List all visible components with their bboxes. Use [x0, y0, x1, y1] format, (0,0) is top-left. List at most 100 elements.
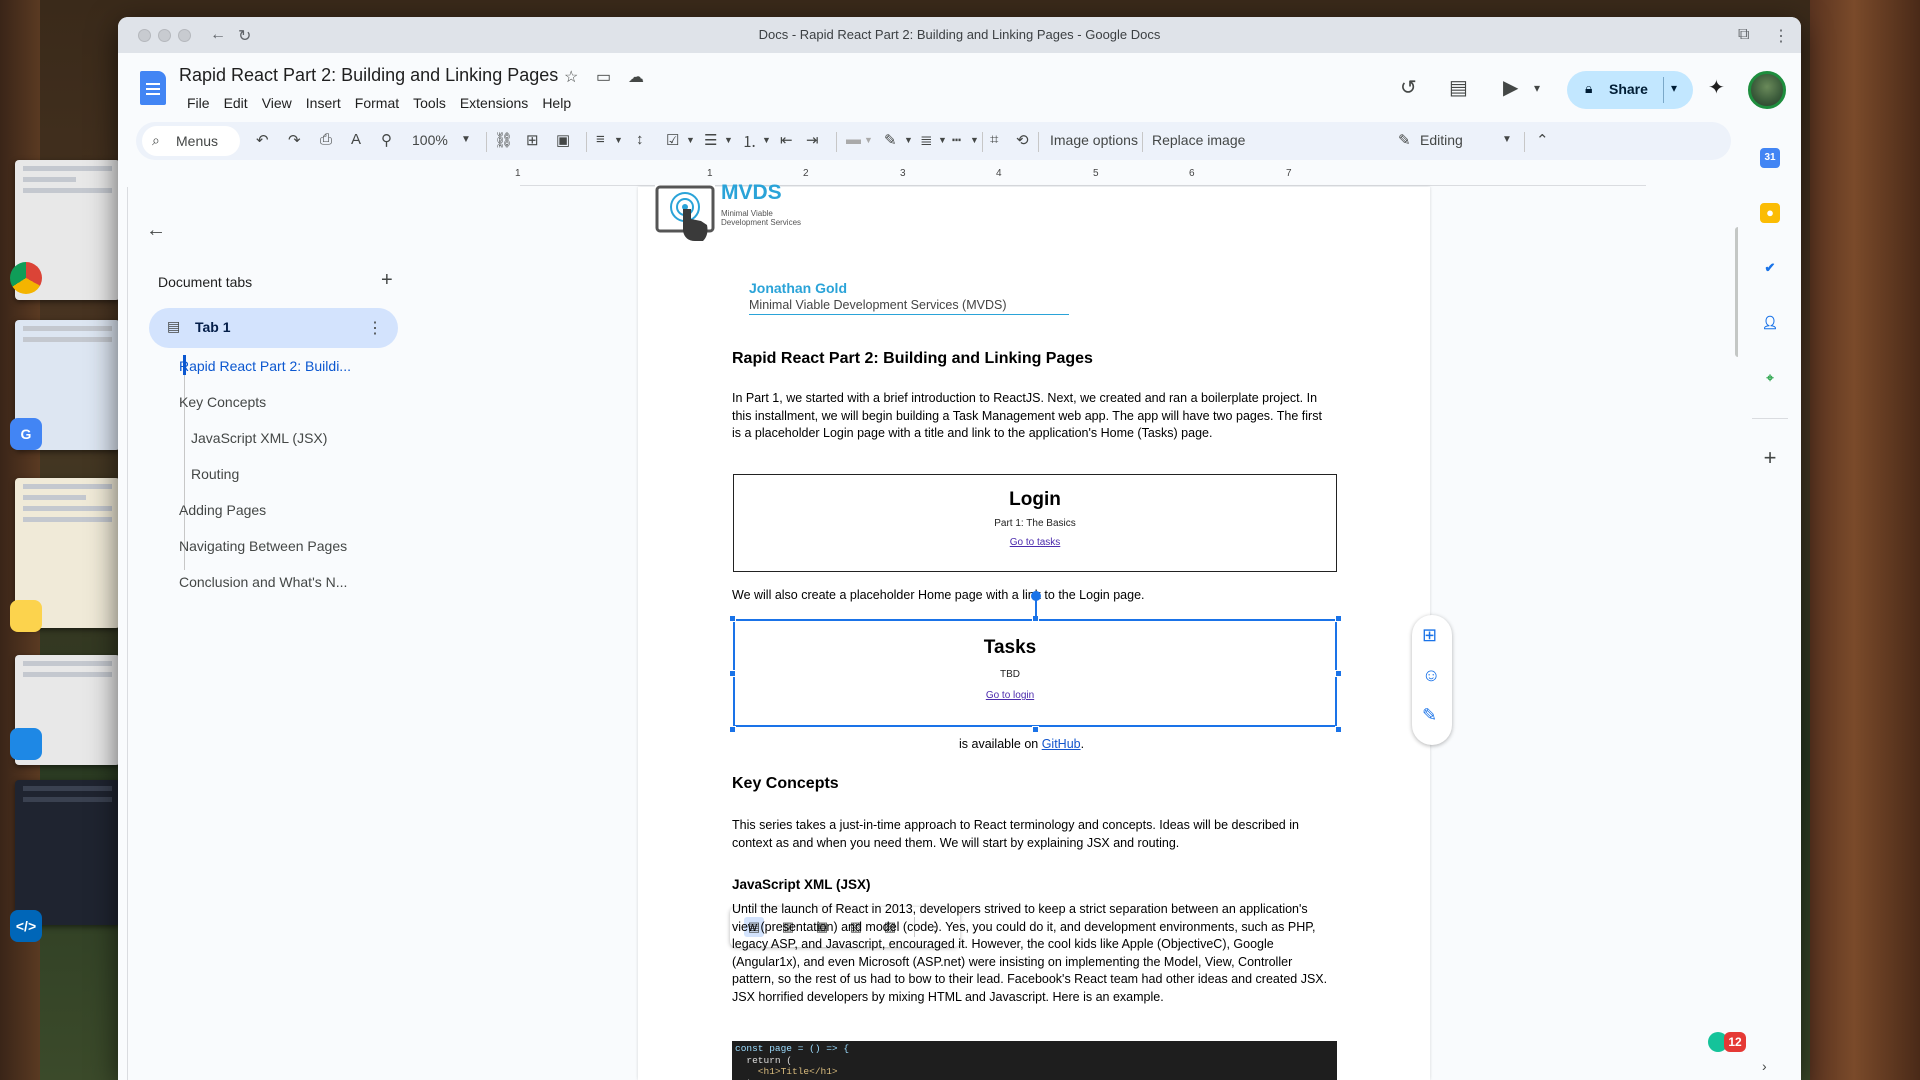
chevron-down-icon[interactable]: ▼ [938, 135, 947, 145]
chevron-down-icon[interactable]: ▾ [1534, 81, 1540, 95]
window-thumbnail[interactable] [15, 780, 120, 925]
resize-handle[interactable] [729, 670, 736, 677]
resize-handle[interactable] [1032, 726, 1039, 733]
cloud-status-icon[interactable]: ☁ [628, 67, 644, 87]
finder-icon[interactable] [10, 728, 42, 760]
share-button[interactable]: 🔒︎ Share ▾ [1567, 71, 1693, 109]
grammar-badge[interactable]: 12 [1708, 1028, 1748, 1056]
menu-extensions[interactable]: Extensions [453, 93, 535, 113]
comments-icon[interactable]: ▤ [1449, 75, 1468, 100]
chevron-down-icon[interactable]: ▼ [762, 135, 771, 145]
version-history-icon[interactable]: ↺ [1400, 75, 1417, 100]
paint-format-icon[interactable]: ⚲ [381, 131, 392, 149]
zoom-select[interactable]: 100% [412, 132, 448, 148]
replace-image-button[interactable]: Replace image [1152, 132, 1245, 148]
more-vert-icon[interactable]: ⋮ [1773, 26, 1789, 46]
menu-format[interactable]: Format [348, 93, 406, 113]
translate-icon[interactable]: G [10, 418, 42, 450]
line-spacing-icon[interactable]: ↕ [636, 131, 644, 148]
print-icon[interactable]: ⎙ [320, 131, 332, 148]
menu-edit[interactable]: Edit [217, 93, 255, 113]
menu-tools[interactable]: Tools [406, 93, 453, 113]
suggest-edits-icon[interactable]: ✎ [1422, 705, 1437, 726]
document-title[interactable]: Rapid React Part 2: Building and Linking… [179, 65, 558, 86]
outline-item[interactable]: Key Concepts [179, 394, 266, 410]
border-dash-icon[interactable]: ┅ [952, 131, 961, 149]
maps-icon[interactable]: ⌖ [1760, 368, 1780, 388]
horizontal-ruler[interactable]: 1 1 2 3 4 5 6 7 [118, 167, 1738, 187]
spellcheck-icon[interactable]: A [351, 131, 361, 148]
resize-handle[interactable] [1335, 615, 1342, 622]
move-folder-icon[interactable]: ▭ [596, 67, 611, 87]
chevron-down-icon[interactable]: ▼ [461, 134, 471, 145]
add-app-icon[interactable]: + [1760, 447, 1780, 469]
outline-item[interactable]: Rapid React Part 2: Buildi... [179, 358, 351, 374]
docs-logo-icon[interactable] [140, 71, 166, 105]
tab-item[interactable]: ▤ Tab 1 ⋮ [149, 308, 398, 348]
decrease-indent-icon[interactable]: ⇤ [780, 131, 793, 149]
align-icon[interactable]: ≡ [596, 131, 605, 148]
add-comment-icon[interactable]: ⊞ [526, 131, 539, 149]
vertical-ruler[interactable] [118, 187, 136, 1080]
increase-indent-icon[interactable]: ⇥ [806, 131, 819, 149]
undo-icon[interactable]: ↶ [256, 131, 269, 149]
chevron-down-icon[interactable]: ▼ [686, 135, 695, 145]
star-icon[interactable]: ☆ [564, 67, 578, 87]
menu-file[interactable]: File [180, 93, 217, 113]
tasks-icon[interactable]: ✔ [1760, 258, 1780, 278]
pencil-icon[interactable]: ✎ [1398, 131, 1411, 149]
resize-handle[interactable] [729, 726, 736, 733]
outline-item[interactable]: Navigating Between Pages [179, 538, 347, 554]
checklist-icon[interactable]: ☑ [666, 131, 679, 149]
chevron-right-icon[interactable]: › [1762, 1058, 1767, 1074]
numbered-list-icon[interactable]: ⒈ [742, 131, 757, 152]
crop-icon[interactable]: ⌗ [990, 131, 998, 148]
insert-image-icon[interactable]: ▣ [556, 131, 570, 149]
document-page[interactable]: MVDS Minimal Viable Development Services… [638, 181, 1430, 1080]
chevron-down-icon[interactable]: ▼ [1502, 134, 1512, 145]
resize-handle[interactable] [1335, 670, 1342, 677]
insert-link-icon[interactable]: ⛓ [494, 131, 513, 149]
outline-item[interactable]: Routing [191, 466, 239, 482]
github-link[interactable]: GitHub [1042, 737, 1081, 751]
contacts-icon[interactable]: 👤︎ [1760, 313, 1780, 333]
menu-help[interactable]: Help [535, 93, 578, 113]
outline-item[interactable]: JavaScript XML (JSX) [191, 430, 327, 446]
gemini-spark-icon[interactable]: ✦ [1708, 75, 1725, 100]
rotate-handle[interactable] [1031, 591, 1041, 601]
emoji-reaction-icon[interactable]: ☺ [1422, 665, 1440, 686]
more-vert-icon[interactable]: ⋮ [367, 318, 383, 338]
extension-icon[interactable]: ⧉ [1738, 26, 1749, 44]
outline-item[interactable]: Adding Pages [179, 502, 266, 518]
border-weight-icon[interactable]: ≣ [920, 131, 933, 149]
keep-icon[interactable]: ● [1760, 203, 1780, 223]
menus-search[interactable]: ⌕ Menus [142, 126, 240, 156]
bulleted-list-icon[interactable]: ☰ [704, 131, 717, 149]
resize-handle[interactable] [1335, 726, 1342, 733]
redo-icon[interactable]: ↷ [288, 131, 301, 149]
chevron-down-icon[interactable]: ▼ [904, 135, 913, 145]
outline-item[interactable]: Conclusion and What's N... [179, 574, 347, 590]
add-comment-icon[interactable]: ⊞ [1422, 625, 1437, 646]
chevron-down-icon[interactable]: ▼ [724, 135, 733, 145]
account-avatar[interactable] [1748, 71, 1786, 109]
vscode-icon[interactable]: </> [10, 910, 42, 942]
login-page-image[interactable]: Login Part 1: The Basics Go to tasks [733, 474, 1337, 572]
reset-image-icon[interactable]: ⟲ [1016, 131, 1029, 149]
add-tab-icon[interactable]: + [381, 269, 393, 292]
tasks-page-image[interactable]: Tasks TBD Go to login [733, 619, 1337, 727]
menu-view[interactable]: View [255, 93, 299, 113]
collapse-toolbar-icon[interactable]: ⌃ [1536, 131, 1549, 149]
resize-handle[interactable] [729, 615, 736, 622]
chevron-down-icon[interactable]: ▼ [614, 135, 623, 145]
editing-mode-select[interactable]: Editing [1420, 132, 1463, 148]
back-arrow-icon[interactable]: ← [146, 219, 166, 242]
menu-insert[interactable]: Insert [299, 93, 348, 113]
border-pen-icon[interactable]: ✎ [884, 131, 897, 149]
notes-icon[interactable] [10, 600, 42, 632]
chevron-down-icon[interactable]: ▼ [970, 135, 979, 145]
chrome-icon[interactable] [10, 262, 42, 294]
share-dropdown-icon[interactable]: ▾ [1671, 81, 1677, 95]
calendar-icon[interactable]: 31 [1760, 148, 1780, 168]
meet-icon[interactable]: ▶ [1503, 75, 1518, 100]
